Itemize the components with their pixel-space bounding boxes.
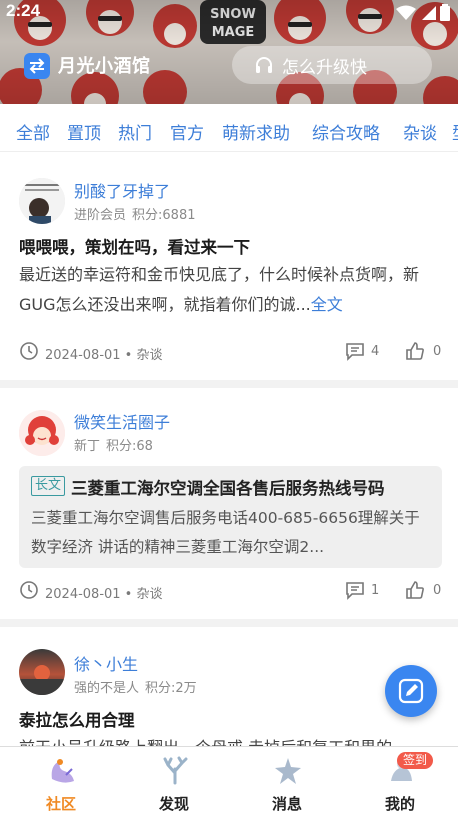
long-article-card[interactable]: 长文 三菱重工海尔空调全国各售后服务热线号码 三菱重工海尔空调售后服务电话400… xyxy=(19,466,442,568)
tab-all[interactable]: 全部 xyxy=(16,119,50,144)
clock-icon xyxy=(20,581,38,599)
bottom-navigation: 社区 发现 消息 签到 我的 xyxy=(0,746,458,820)
avatar[interactable] xyxy=(19,178,65,224)
post-card[interactable]: 别酸了牙掉了 进阶会员 积分:6881 喂喂喂，策划在吗，看过来一下 最近送的幸运… xyxy=(0,153,458,380)
wifi-icon xyxy=(396,5,416,20)
status-bar: 2:24 xyxy=(0,0,458,26)
check-in-badge[interactable]: 签到 xyxy=(397,752,434,769)
author-meta: 强的不是人 积分:2万 xyxy=(74,677,197,696)
battery-icon xyxy=(440,4,450,21)
nav-discover[interactable]: 发现 xyxy=(117,747,231,820)
community-icon xyxy=(51,759,74,783)
like-count: 0 xyxy=(433,344,442,359)
post-date-category: 2024-08-01 • 杂谈 xyxy=(45,587,163,602)
compose-post-button[interactable] xyxy=(385,665,437,717)
member-points: 积分:6881 xyxy=(132,208,196,223)
status-time: 2:24 xyxy=(6,1,41,20)
tab-chat[interactable]: 杂谈 xyxy=(403,119,437,144)
headset-icon xyxy=(256,57,272,73)
member-points: 积分:68 xyxy=(106,439,153,454)
status-icons xyxy=(396,4,450,21)
article-excerpt: 三菱重工海尔空调售后服务电话400-685-6656理解关于数字经济 讲话的精神… xyxy=(31,509,420,556)
tab-guides[interactable]: 综合攻略 xyxy=(312,119,380,144)
tab-official[interactable]: 官方 xyxy=(170,119,204,144)
comment-icon[interactable] xyxy=(345,580,365,600)
author-name[interactable]: 别酸了牙掉了 xyxy=(74,178,170,202)
member-level: 强的不是人 xyxy=(74,681,140,696)
messages-icon xyxy=(275,758,301,784)
divider xyxy=(0,380,458,388)
nav-label: 我的 xyxy=(384,795,415,813)
nav-label: 社区 xyxy=(45,795,76,813)
like-icon[interactable] xyxy=(405,341,425,361)
search-input[interactable]: 怎么升级快 xyxy=(232,46,432,84)
divider xyxy=(0,619,458,627)
post-excerpt-text: 最近送的幸运符和金币快见底了，什么时候补点货啊，新GUG怎么还没出来啊，就指着你… xyxy=(19,265,420,314)
read-more-link[interactable]: 全文 xyxy=(311,295,343,314)
post-feed[interactable]: 别酸了牙掉了 进阶会员 积分:6881 喂喂喂，策划在吗，看过来一下 最近送的幸运… xyxy=(0,153,458,747)
discover-icon xyxy=(163,756,188,785)
tab-pinned[interactable]: 置顶 xyxy=(67,119,101,144)
club-name[interactable]: 月光小酒馆 xyxy=(58,52,151,78)
tab-more[interactable]: 型 xyxy=(452,119,458,144)
tab-hot[interactable]: 热门 xyxy=(118,119,152,144)
like-count: 0 xyxy=(433,583,442,598)
member-level: 进阶会员 xyxy=(74,208,127,223)
post-excerpt[interactable]: 最近送的幸运符和金币快见底了，什么时候补点货啊，新GUG怎么还没出来啊，就指着你… xyxy=(19,260,439,320)
long-article-tag: 长文 xyxy=(31,476,66,496)
author-name[interactable]: 微笑生活圈子 xyxy=(74,409,170,433)
article-title: 三菱重工海尔空调全国各售后服务热线号码 xyxy=(71,479,385,498)
nav-label: 消息 xyxy=(271,795,302,813)
post-excerpt[interactable]: 前天小号升级路上翻出一个母戒 走掉后和复工和界的 xyxy=(19,733,439,747)
nav-profile[interactable]: 签到 我的 xyxy=(343,747,457,820)
tab-newbie-help[interactable]: 萌新求助 xyxy=(222,119,290,144)
like-icon[interactable] xyxy=(405,580,425,600)
nav-label: 发现 xyxy=(158,795,189,813)
edit-icon xyxy=(398,678,424,704)
header-banner: SNOW MAGE 2:24 月光小酒馆 怎么升级快 xyxy=(0,0,458,104)
avatar[interactable] xyxy=(19,649,65,695)
author-meta: 进阶会员 积分:6881 xyxy=(74,204,195,223)
nav-messages[interactable]: 消息 xyxy=(230,747,344,820)
post-card[interactable]: 微笑生活圈子 新丁 积分:68 长文 三菱重工海尔空调全国各售后服务热线号码 三菱… xyxy=(0,388,458,615)
post-title[interactable]: 喂喂喂，策划在吗，看过来一下 xyxy=(19,234,250,258)
post-date-category: 2024-08-01 • 杂谈 xyxy=(45,348,163,363)
post-title[interactable]: 泰拉怎么用合理 xyxy=(19,707,135,731)
club-switch-icon[interactable] xyxy=(24,53,50,79)
author-meta: 新丁 积分:68 xyxy=(74,435,153,454)
comment-count: 4 xyxy=(371,344,380,359)
member-level: 新丁 xyxy=(74,439,101,454)
clock-icon xyxy=(20,342,38,360)
post-footer: 2024-08-01 • 杂谈 4 0 xyxy=(19,341,443,365)
avatar[interactable] xyxy=(19,410,65,456)
post-footer: 2024-08-01 • 杂谈 1 0 xyxy=(19,580,443,604)
nav-community[interactable]: 社区 xyxy=(4,747,118,820)
comment-count: 1 xyxy=(371,583,380,598)
cellular-signal-icon xyxy=(422,5,436,20)
author-name[interactable]: 徐丶小生 xyxy=(74,651,138,675)
member-points: 积分:2万 xyxy=(145,681,197,696)
comment-icon[interactable] xyxy=(345,341,365,361)
search-placeholder: 怎么升级快 xyxy=(282,57,367,78)
category-tabs: 全部 置顶 热门 官方 萌新求助 综合攻略 杂谈 型 xyxy=(0,104,458,152)
